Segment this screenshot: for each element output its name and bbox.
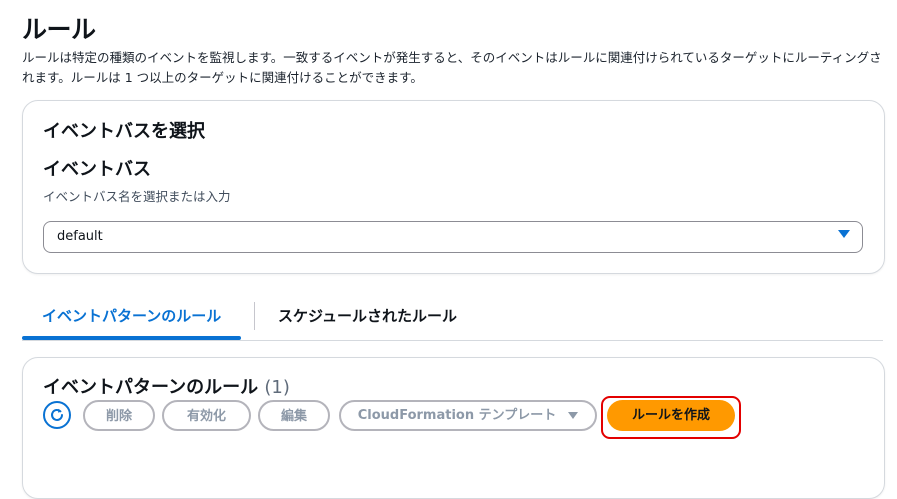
caret-down-icon [568,412,579,419]
rule-type-tabs: イベントパターンのルール スケジュールされたルール [22,296,883,341]
caret-down-icon [838,230,850,238]
event-bus-field-hint: イベントバス名を選択または入力 [43,189,231,204]
event-pattern-rules-card: イベントパターンのルール (1) 削除 有効化 編集 CloudFormatio… [22,357,885,499]
tab-divider [254,302,255,330]
edit-button[interactable]: 編集 [258,400,330,431]
event-bus-field-label: イベントバス [43,159,151,180]
tab-event-pattern-rules[interactable]: イベントパターンのルール [22,296,242,340]
delete-button[interactable]: 削除 [83,400,155,431]
tab-scheduled-rules[interactable]: スケジュールされたルール [258,296,477,338]
refresh-icon [51,408,63,421]
event-bus-card-heading: イベントバスを選択 [43,121,205,142]
page-description: ルールは特定の種類のイベントを監視します。一致するイベントが発生すると、そのイベ… [22,50,882,85]
event-bus-selected-value: default [57,229,103,244]
cloudformation-template-label: CloudFormation テンプレート [357,408,557,423]
rules-toolbar: 削除 有効化 編集 CloudFormation テンプレート ルールを作成 [41,396,871,439]
rules-count: (1) [264,377,290,398]
page-title: ルール [22,15,96,44]
event-bus-select[interactable]: default [43,221,863,253]
event-bus-card: イベントバスを選択 イベントバス イベントバス名を選択または入力 default [22,100,885,274]
refresh-button[interactable] [43,401,71,429]
create-rule-button[interactable]: ルールを作成 [607,400,735,431]
cloudformation-template-dropdown[interactable]: CloudFormation テンプレート [339,400,597,431]
enable-button[interactable]: 有効化 [162,400,251,431]
rules-heading-text: イベントパターンのルール [43,377,259,398]
rules-card-heading: イベントパターンのルール (1) [43,373,290,399]
